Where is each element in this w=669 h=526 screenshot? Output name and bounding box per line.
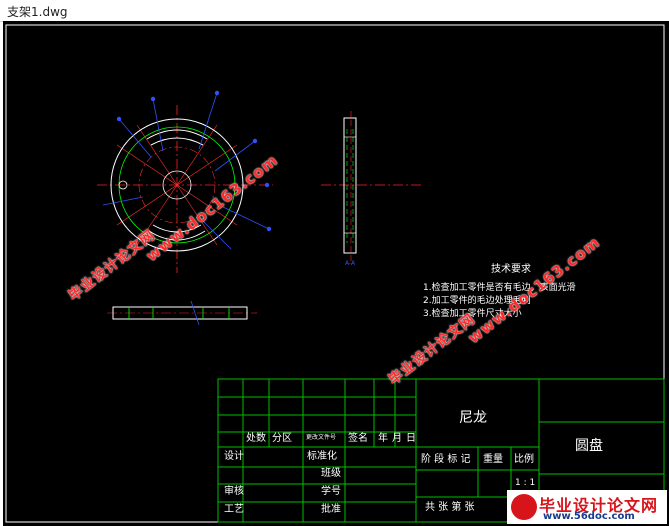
notes-title: 技术要求	[491, 264, 531, 275]
site-logo: 毕业设计论文网 www.56doc.com	[507, 490, 667, 524]
tb-jieduan: 阶 段 标 记	[421, 454, 471, 465]
tb-xuehao: 学号	[321, 486, 341, 497]
tb-gaiwenjian: 更改文件号	[306, 434, 337, 441]
part-name: 圆盘	[575, 438, 603, 454]
side-view-tag: A-A	[345, 260, 356, 267]
tb-banji: 班级	[321, 468, 341, 479]
logo-sub-text: www.56doc.com	[543, 511, 635, 522]
tb-bili: 比例	[514, 454, 534, 465]
tb-pizhun: 批准	[321, 504, 341, 515]
tb-yue: 月	[392, 433, 402, 444]
tb-nian: 年	[378, 433, 388, 444]
tb-fenqu: 分区	[272, 433, 292, 444]
section-view	[107, 300, 257, 326]
disk-side-view	[321, 111, 421, 263]
tb-biaozhunhua: 标准化	[307, 451, 337, 462]
tb-qianming: 签名	[348, 433, 368, 444]
tb-sheet: 共 张 第 张	[425, 502, 475, 513]
tb-ri: 日	[406, 433, 416, 444]
drawing-canvas[interactable]: A-A 技术要求 1.检查加工零件是否有毛边，表面光滑 2.加工零件的毛边处理毛…	[3, 21, 669, 526]
tb-sheji: 设计	[224, 451, 244, 462]
tb-gongyi: 工艺	[224, 504, 244, 515]
window-title: 支架1.dwg	[7, 5, 68, 19]
tb-chushu: 处数	[246, 433, 266, 444]
tb-scale: 1 : 1	[515, 478, 536, 488]
title-bar: 支架1.dwg	[0, 0, 669, 22]
material-label: 尼龙	[459, 410, 487, 426]
logo-icon	[511, 494, 537, 520]
tb-shenhe: 审核	[224, 486, 244, 497]
tb-zhongliang: 重量	[483, 454, 503, 465]
